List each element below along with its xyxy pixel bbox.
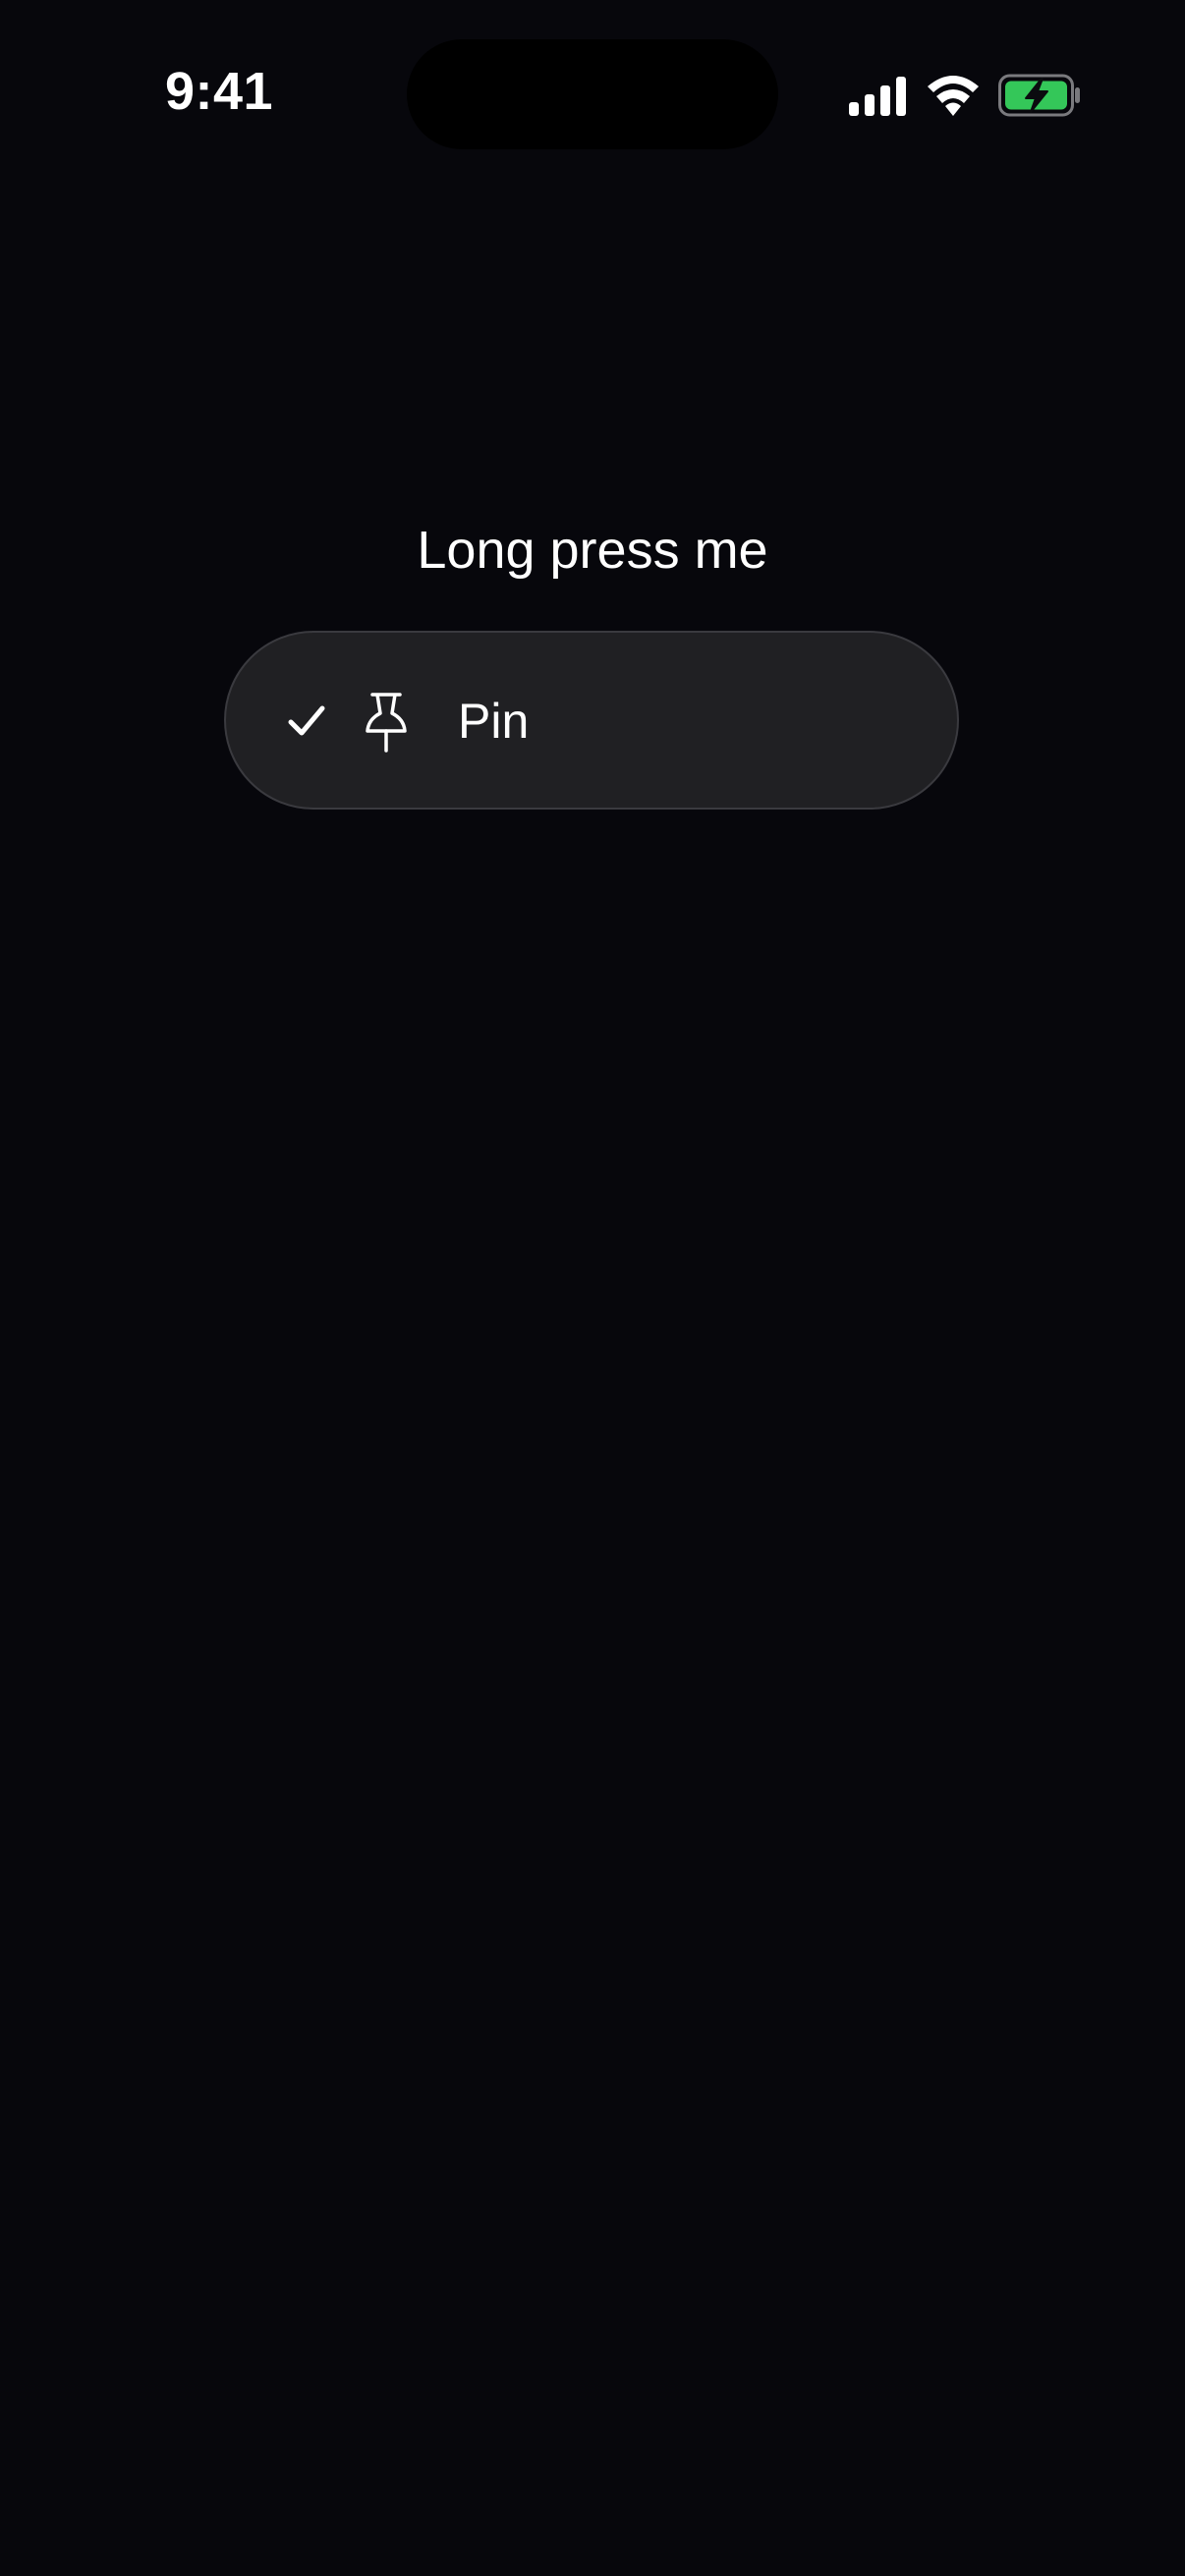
context-menu-item-label: Pin (458, 694, 530, 749)
long-press-text: Long press me (417, 521, 768, 580)
signal-icon (849, 77, 906, 116)
checkmark-icon (288, 705, 325, 736)
wifi-icon (928, 76, 979, 116)
status-time: 9:41 (165, 62, 274, 121)
context-menu-item-pin[interactable]: Pin (224, 631, 959, 810)
long-press-label[interactable]: Long press me (0, 511, 1185, 611)
dynamic-island (407, 39, 778, 149)
screen: 9:41 Long press me Pin (0, 0, 1185, 2576)
pin-icon (366, 693, 407, 753)
battery-charging-icon (998, 74, 1080, 117)
